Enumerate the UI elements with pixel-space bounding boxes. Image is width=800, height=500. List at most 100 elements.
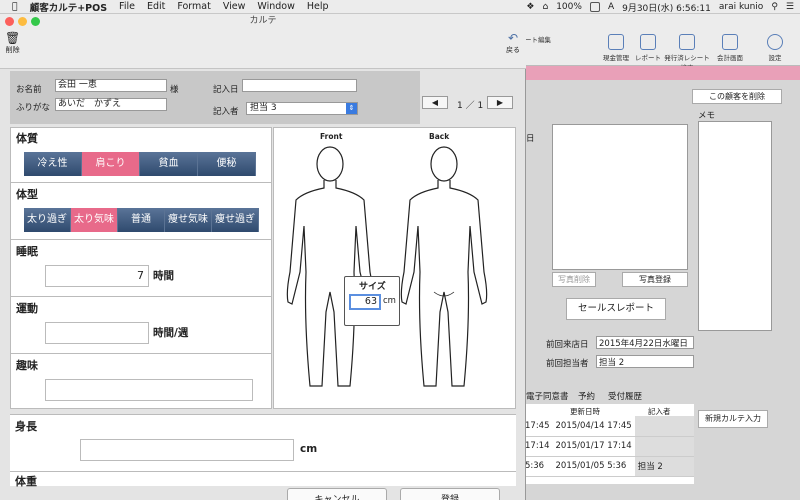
- sleep-section: 睡眠 7 時間: [11, 241, 271, 297]
- photo-delete-button[interactable]: 写真削除: [552, 272, 596, 287]
- close-button[interactable]: [5, 17, 14, 26]
- row-time: 17:14: [522, 436, 553, 457]
- table-row[interactable]: 17:45 2015/04/14 17:45: [522, 416, 694, 437]
- sales-report-button[interactable]: セールスレポート: [566, 298, 666, 320]
- name-field[interactable]: 会田 一恵: [55, 79, 167, 92]
- tab-history[interactable]: 受付履歴: [608, 390, 642, 402]
- last-staff-field: 担当 2: [596, 355, 694, 368]
- undo-icon: ↶: [507, 31, 519, 45]
- menu-file[interactable]: File: [119, 1, 135, 12]
- battery-percent[interactable]: 100%: [556, 2, 582, 12]
- table-row[interactable]: 17:14 2015/01/17 17:14: [522, 436, 694, 457]
- table-row[interactable]: 5:36 2015/01/05 5:36 担当 2: [522, 456, 694, 477]
- side-char: 日: [526, 134, 535, 144]
- toolbar-edit-report[interactable]: ート編集: [522, 34, 554, 44]
- tab-consent[interactable]: 電子同意書: [526, 390, 569, 402]
- photo-area: [552, 124, 688, 270]
- exercise-field[interactable]: [45, 322, 149, 344]
- height-field[interactable]: [80, 439, 294, 461]
- user-name[interactable]: arai kunio: [719, 2, 763, 12]
- size-field[interactable]: 63: [349, 294, 381, 310]
- row-time: 5:36: [522, 456, 553, 477]
- window-titlebar: カルテ: [0, 14, 526, 29]
- size-title: サイズ: [359, 282, 386, 292]
- hobby-field[interactable]: [45, 379, 253, 401]
- menu-bar:  顧客カルテ+POS File Edit Format View Window…: [0, 0, 800, 14]
- apple-icon[interactable]: : [12, 1, 18, 12]
- zoom-button[interactable]: [31, 17, 40, 26]
- tab-reservation[interactable]: 予約: [578, 390, 595, 402]
- option-slightly-thin[interactable]: 痩せ気味: [165, 208, 212, 232]
- wifi-icon[interactable]: ⌂: [542, 2, 548, 12]
- size-popover: サイズ 63 cm: [344, 276, 400, 326]
- option-constipation[interactable]: 便秘: [198, 152, 256, 176]
- body-silhouette[interactable]: [274, 142, 515, 404]
- menu-help[interactable]: Help: [307, 1, 329, 12]
- sleep-field[interactable]: 7: [45, 265, 149, 287]
- option-cold[interactable]: 冷え性: [24, 152, 82, 176]
- option-normal[interactable]: 普通: [118, 208, 165, 232]
- hobby-section: 趣味: [11, 355, 271, 409]
- menu-window[interactable]: Window: [257, 1, 294, 12]
- customer-window: ート編集 現金管理 レポート 発行済レシート検索 会計画面 設定 日 この顧客を…: [522, 14, 800, 500]
- delete-button[interactable]: 🗑 削除: [5, 31, 20, 55]
- karte-toolbar: 🗑 削除 ↶ 戻る: [0, 29, 526, 69]
- date-field[interactable]: [242, 79, 357, 92]
- toolbar-checkout[interactable]: 会計画面: [714, 34, 746, 62]
- toolbar-settings[interactable]: 設定: [758, 34, 792, 62]
- clock[interactable]: 9月30日(水) 6:56:11: [622, 1, 711, 14]
- toolbar-cash[interactable]: 現金管理: [600, 34, 632, 62]
- report-icon: [640, 34, 656, 50]
- dropbox-icon[interactable]: ❖: [526, 2, 534, 12]
- option-slightly-overweight[interactable]: 太り気味: [71, 208, 118, 232]
- menu-format[interactable]: Format: [177, 1, 210, 12]
- writer-label: 記入者: [213, 107, 239, 117]
- menu-app-name[interactable]: 顧客カルテ+POS: [30, 0, 107, 14]
- menu-view[interactable]: View: [223, 1, 246, 12]
- menu-edit[interactable]: Edit: [147, 1, 165, 12]
- writer-select[interactable]: 担当 3 ⇕: [246, 102, 358, 115]
- row-writer: [634, 436, 694, 457]
- photo-register-button[interactable]: 写真登録: [622, 272, 688, 287]
- input-method-icon[interactable]: A: [608, 2, 614, 12]
- back-label: Back: [429, 132, 450, 141]
- date-label: 記入日: [213, 85, 239, 95]
- sleep-title: 睡眠: [16, 245, 38, 258]
- row-writer: [634, 416, 694, 437]
- new-karte-button[interactable]: 新規カルテ入力: [698, 410, 768, 428]
- furigana-field[interactable]: あいだ かずえ: [55, 98, 167, 111]
- constitution-title: 体質: [16, 132, 38, 145]
- option-stiff-shoulder[interactable]: 肩こり: [82, 152, 140, 176]
- back-button[interactable]: ↶ 戻る: [506, 31, 520, 55]
- row-date: 2015/01/17 17:14: [552, 436, 635, 457]
- delete-customer-button[interactable]: この顧客を削除: [692, 89, 782, 104]
- memo-field[interactable]: [698, 121, 772, 331]
- list-icon[interactable]: ☰: [786, 2, 794, 12]
- battery-icon[interactable]: [589, 2, 600, 12]
- constitution-section: 体質 冷え性 肩こり 貧血 便秘: [11, 128, 271, 183]
- honorific: 様: [170, 85, 179, 95]
- prev-page-button[interactable]: ◀: [422, 96, 448, 109]
- option-anemia[interactable]: 貧血: [140, 152, 198, 176]
- body-diagram-panel: Front Back サイズ 63 cm: [273, 127, 516, 409]
- size-unit: cm: [383, 296, 396, 306]
- chevron-down-icon: ⇕: [346, 103, 357, 114]
- minimize-button[interactable]: [18, 17, 27, 26]
- sleep-unit: 時間: [153, 270, 174, 282]
- toolbar-report[interactable]: レポート: [632, 34, 664, 62]
- register-button[interactable]: 登録: [400, 488, 500, 500]
- row-date: 2015/01/05 5:36: [552, 456, 635, 477]
- receipt-search-icon: [679, 34, 695, 50]
- cancel-button[interactable]: キャンセル: [287, 488, 387, 500]
- next-page-button[interactable]: ▶: [487, 96, 513, 109]
- name-label: お名前: [16, 85, 42, 95]
- search-icon[interactable]: ⚲: [771, 2, 778, 12]
- row-time: 17:45: [522, 416, 553, 437]
- furigana-label: ふりがな: [16, 103, 51, 113]
- karte-window: カルテ 🗑 削除 ↶ 戻る お名前 会田 一恵 様 ふりがな あいだ かずえ 記…: [0, 14, 526, 500]
- option-overweight[interactable]: 太り過ぎ: [24, 208, 71, 232]
- exercise-section: 運動 時間/週: [11, 298, 271, 354]
- toolbar-label: レポート: [635, 54, 661, 62]
- option-thin[interactable]: 痩せ過ぎ: [212, 208, 259, 232]
- attributes-panel: 体質 冷え性 肩こり 貧血 便秘 体型 太り過ぎ 太り気味 普通 痩せ気味 痩せ…: [10, 127, 272, 409]
